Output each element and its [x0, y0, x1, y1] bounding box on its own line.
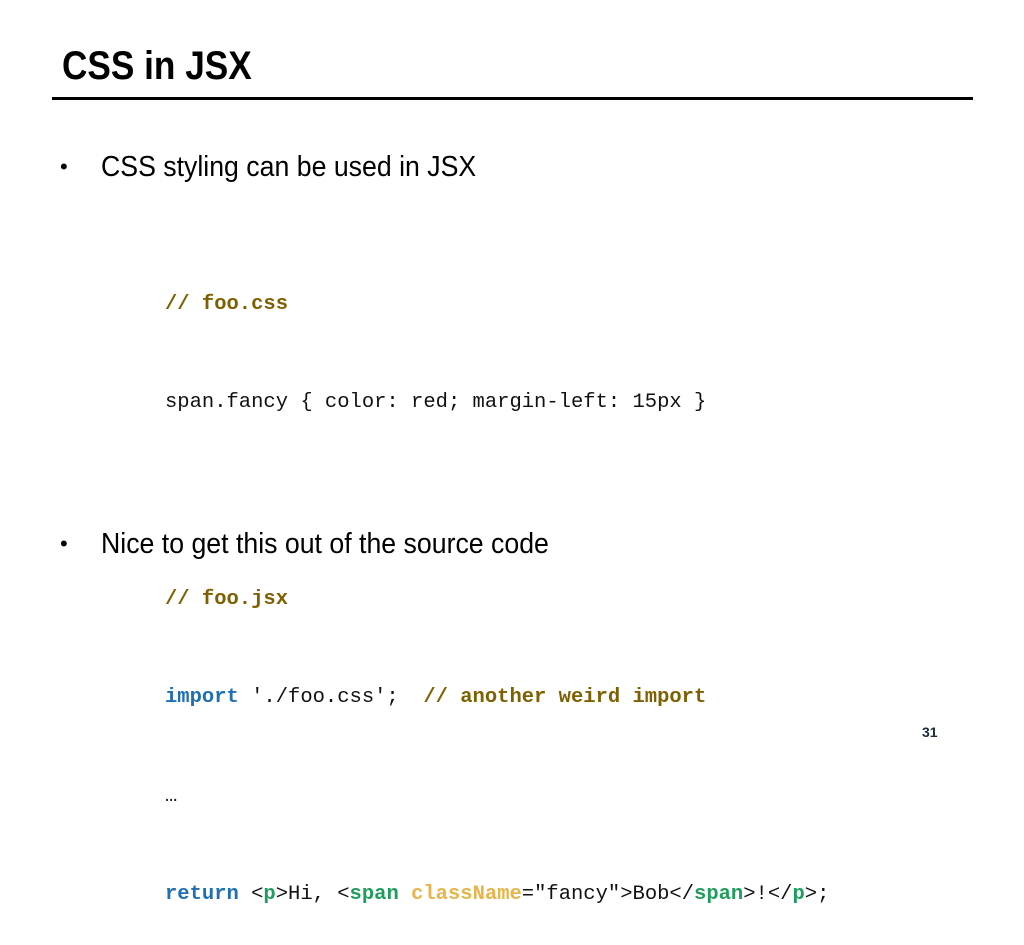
code-line-7: return <p>Hi, <span className="fancy">Bo…	[165, 879, 829, 912]
code-text: >Hi, <	[275, 882, 350, 906]
code-text: >!</	[743, 882, 793, 906]
code-text: <	[238, 882, 264, 906]
code-line-2: span.fancy { color: red; margin-left: 15…	[165, 390, 707, 414]
code-line-1: // foo.css	[165, 289, 829, 322]
jsx-tag: p	[263, 882, 276, 906]
jsx-tag: p	[792, 882, 805, 906]
code-comment: // foo.css	[165, 292, 289, 316]
code-line-6: …	[165, 784, 178, 808]
bullet-item-1: • CSS styling can be used in JSX	[60, 149, 509, 185]
bullet-text: CSS styling can be used in JSX	[101, 151, 477, 183]
code-comment: // another weird import	[423, 686, 707, 710]
code-keyword: return	[165, 882, 239, 906]
code-line-5: import './foo.css'; // another weird imp…	[165, 682, 829, 715]
code-example: // foo.css span.fancy { color: red; marg…	[165, 223, 829, 945]
title-divider	[52, 97, 973, 100]
bullet-item-2: • Nice to get this out of the source code	[60, 526, 588, 562]
slide-title: CSS in JSX	[62, 44, 252, 88]
code-line-4: // foo.jsx	[165, 584, 829, 617]
jsx-attribute: className	[411, 882, 522, 906]
code-text: './foo.css';	[238, 686, 424, 710]
code-text: ="fancy">Bob</	[521, 882, 695, 906]
jsx-tag: span	[694, 882, 744, 906]
bullet-text: Nice to get this out of the source code	[101, 528, 549, 560]
bullet-marker: •	[60, 531, 68, 556]
code-text: >;	[804, 882, 830, 906]
jsx-tag: span	[349, 882, 399, 906]
code-keyword: import	[165, 686, 239, 710]
page-number: 31	[922, 724, 938, 740]
code-comment: // foo.jsx	[165, 587, 289, 611]
bullet-marker: •	[60, 154, 68, 179]
